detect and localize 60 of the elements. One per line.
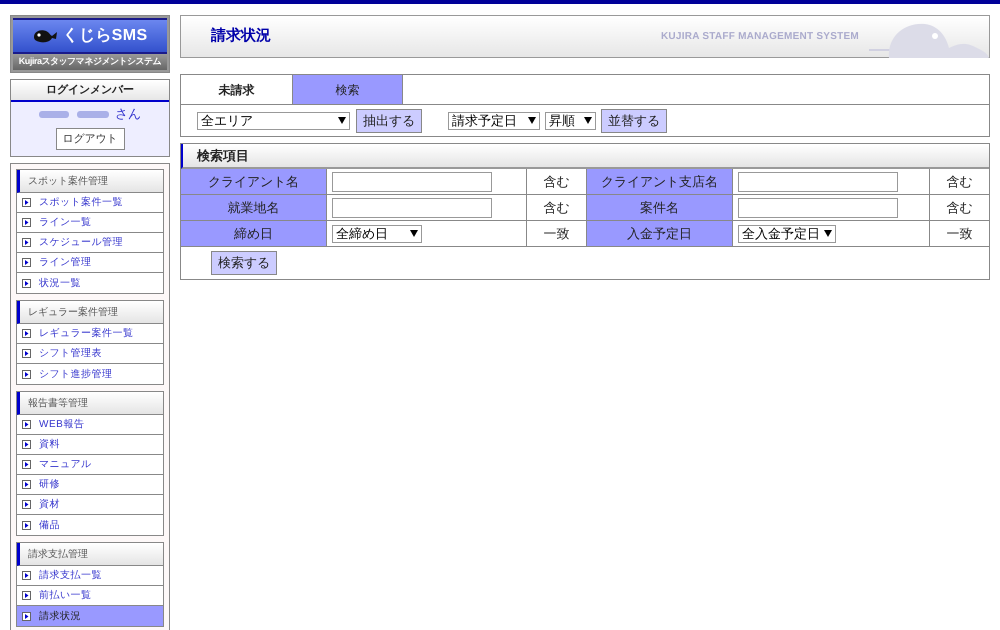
input-field[interactable] bbox=[332, 198, 492, 218]
caret-icon bbox=[528, 117, 536, 124]
arrow-icon bbox=[22, 500, 31, 509]
caret-icon bbox=[410, 230, 418, 237]
match-label: 含む bbox=[527, 169, 587, 195]
menu-group-title: スポット案件管理 bbox=[17, 170, 163, 193]
field-label: クライアント支店名 bbox=[587, 169, 733, 195]
member-suffix: さん bbox=[115, 105, 141, 123]
field-label: 締め日 bbox=[181, 221, 327, 247]
arrow-icon bbox=[22, 480, 31, 489]
menu-item[interactable]: スポット案件一覧 bbox=[17, 193, 163, 213]
field-label: 就業地名 bbox=[181, 195, 327, 221]
sort-key-select[interactable]: 請求予定日 bbox=[448, 112, 540, 130]
menu-group-title: レギュラー案件管理 bbox=[17, 301, 163, 324]
match-label: 一致 bbox=[527, 221, 587, 247]
arrow-icon bbox=[22, 218, 31, 227]
menu-group-title: 請求支払管理 bbox=[17, 543, 163, 566]
match-label: 含む bbox=[527, 195, 587, 221]
section-title: 検索項目 bbox=[181, 144, 989, 169]
page-title: 請求状況 bbox=[211, 26, 271, 46]
logout-button[interactable]: ログアウト bbox=[56, 128, 124, 150]
arrow-icon bbox=[22, 420, 31, 429]
input-field[interactable] bbox=[332, 172, 492, 192]
caret-icon bbox=[338, 117, 346, 124]
arrow-icon bbox=[22, 571, 31, 580]
arrow-icon bbox=[22, 440, 31, 449]
input-field[interactable] bbox=[738, 172, 898, 192]
search-button[interactable]: 検索する bbox=[211, 251, 277, 275]
arrow-icon bbox=[22, 591, 31, 600]
logo-subtitle: Kujiraスタッフマネジメントシステム bbox=[13, 54, 167, 70]
sort-button[interactable]: 並替する bbox=[601, 108, 667, 132]
arrow-icon bbox=[22, 460, 31, 469]
tab[interactable]: 検索 bbox=[292, 75, 403, 104]
menu-item[interactable]: レギュラー案件一覧 bbox=[17, 324, 163, 344]
order-select[interactable]: 昇順 bbox=[545, 112, 596, 130]
caret-icon bbox=[584, 117, 592, 124]
field-label: 案件名 bbox=[587, 195, 733, 221]
arrow-icon bbox=[22, 258, 31, 267]
dropdown[interactable]: 全締め日 bbox=[332, 224, 422, 242]
extract-button[interactable]: 抽出する bbox=[356, 108, 422, 132]
arrow-icon bbox=[22, 520, 31, 530]
area-select[interactable]: 全エリア bbox=[197, 112, 350, 130]
menu-group-title: 報告書等管理 bbox=[17, 392, 163, 415]
arrow-icon bbox=[22, 278, 31, 288]
arrow-icon bbox=[22, 238, 31, 247]
arrow-icon bbox=[22, 329, 31, 338]
arrow-icon bbox=[22, 370, 31, 378]
login-heading: ログインメンバー bbox=[11, 80, 169, 102]
logo-title: くじらSMS bbox=[62, 26, 148, 46]
dropdown[interactable]: 全入金予定日 bbox=[738, 224, 836, 242]
arrow-icon bbox=[22, 198, 31, 207]
arrow-icon bbox=[22, 612, 31, 620]
caret-icon bbox=[824, 230, 832, 237]
arrow-icon bbox=[22, 349, 31, 358]
whale-icon bbox=[32, 28, 58, 44]
menu-item[interactable]: 請求状況 bbox=[17, 606, 163, 626]
input-field[interactable] bbox=[738, 198, 898, 218]
field-label: 入金予定日 bbox=[587, 221, 733, 247]
system-name: KUJIRA STAFF MANAGEMENT SYSTEM bbox=[660, 30, 859, 44]
field-label: クライアント名 bbox=[181, 169, 327, 195]
